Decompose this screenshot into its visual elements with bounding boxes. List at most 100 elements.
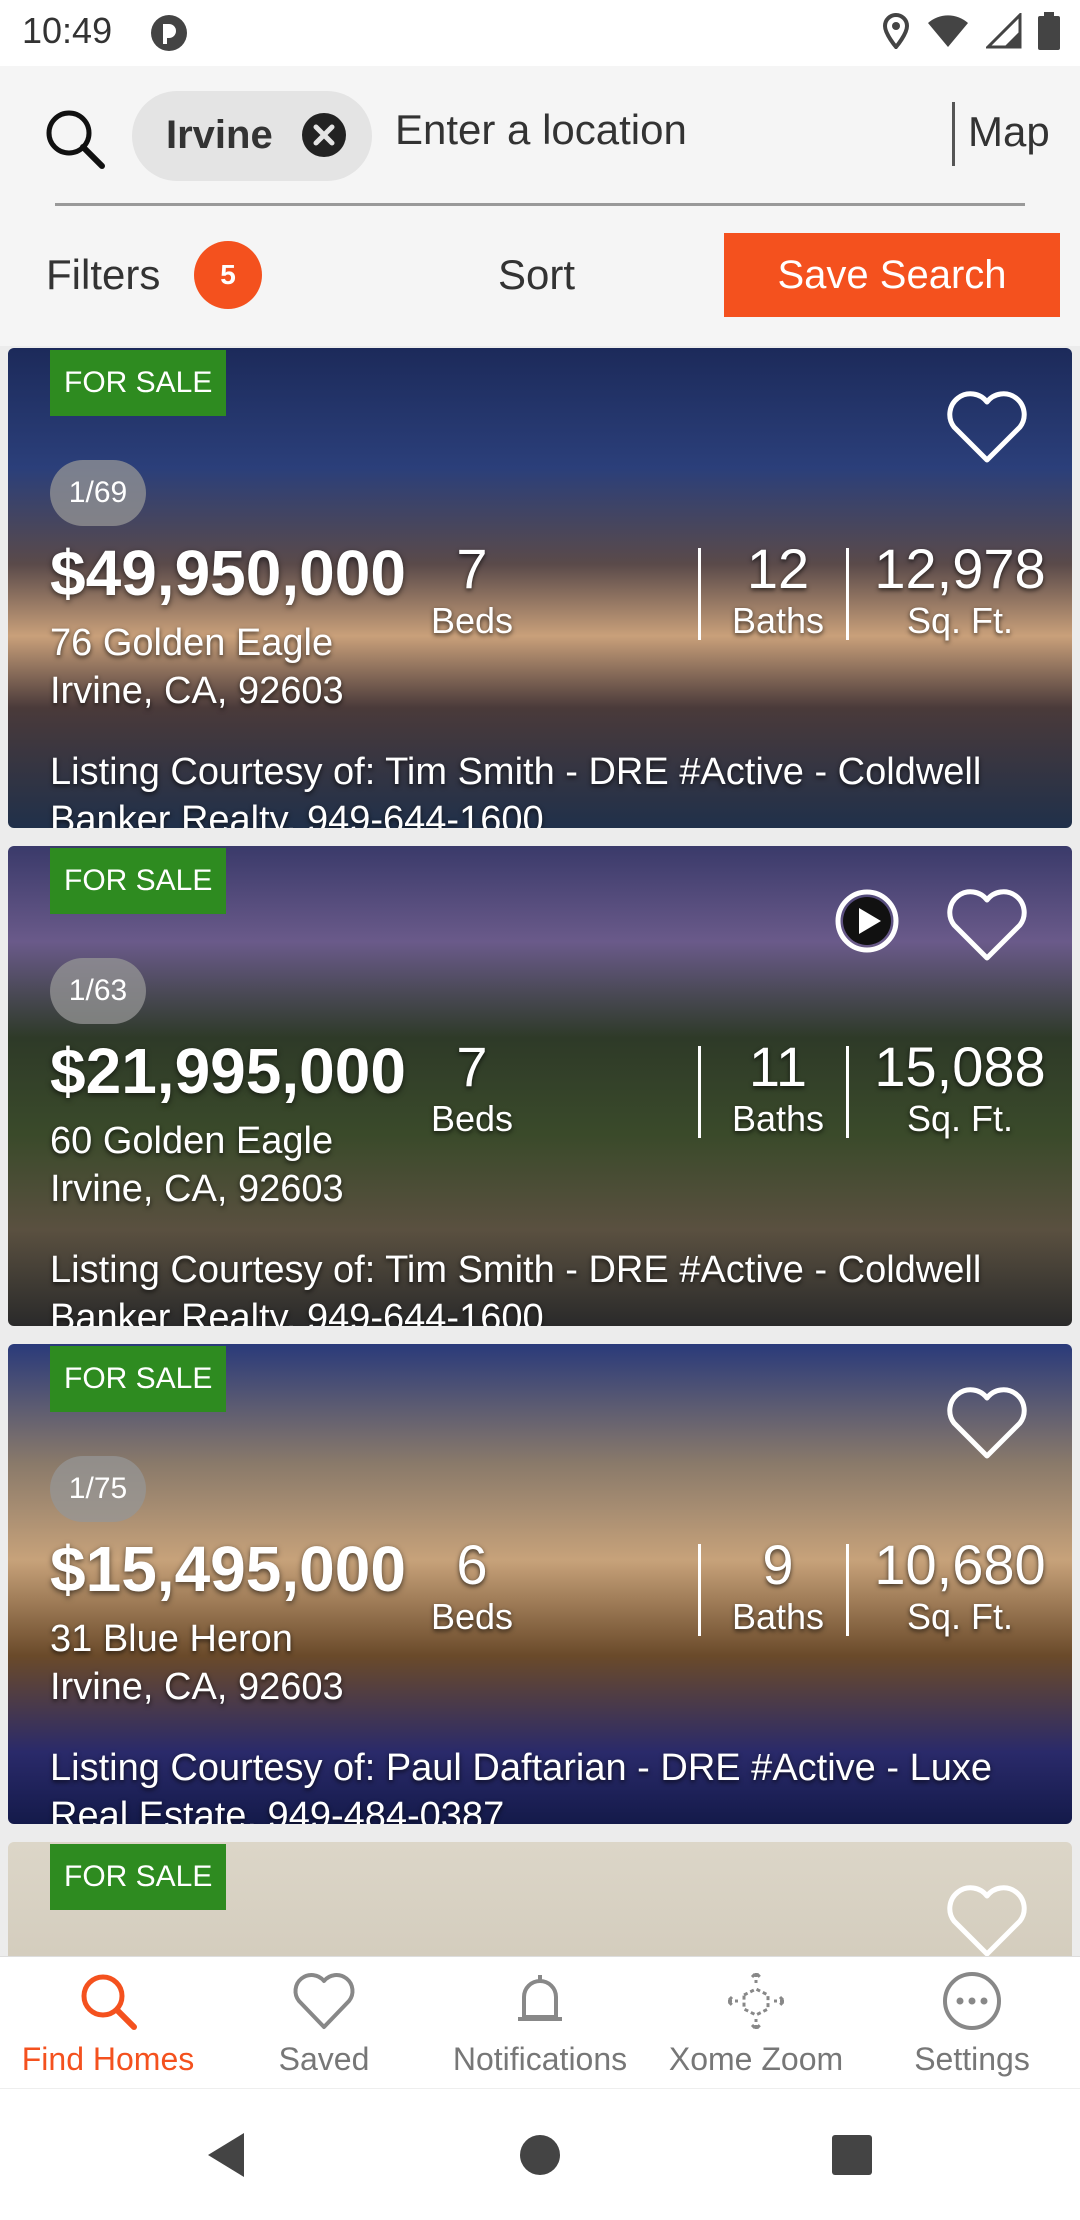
play-video-icon[interactable] [834, 888, 900, 954]
photo-count: 1/63 [50, 958, 146, 1024]
stat-divider [846, 1544, 849, 1636]
search-icon [81, 1974, 137, 2030]
app-notification-icon [151, 15, 187, 51]
nav-label: Saved [278, 2041, 370, 2077]
sqft-count: 12,978 [874, 537, 1046, 600]
listing-address-city: Irvine, CA, 92603 [50, 1168, 344, 1210]
listing-card[interactable]: FOR SALE 1/63 $21,995,000 60 Golden Eagl… [8, 846, 1072, 1326]
listing-price: $15,495,000 [50, 1533, 406, 1605]
divider [952, 102, 955, 166]
nav-label: Settings [914, 2041, 1030, 2077]
beds-count: 7 [456, 537, 488, 600]
listing-courtesy: Listing Courtesy of: Tim Smith - DRE #Ac… [50, 1249, 982, 1326]
heart-icon[interactable] [946, 390, 1028, 464]
home-icon[interactable] [514, 2129, 566, 2181]
nav-label: Xome Zoom [668, 2041, 844, 2077]
search-icon[interactable] [42, 106, 108, 172]
photo-count: 1/75 [50, 1456, 146, 1522]
listing-results[interactable]: FOR SALE 1/69 $49,950,000 76 Golden Eagl… [0, 346, 1080, 1956]
for-sale-badge: FOR SALE [50, 1844, 227, 1910]
back-icon[interactable] [200, 2129, 252, 2181]
sqft-label: Sq. Ft. [906, 1098, 1014, 1139]
wifi-icon [928, 15, 968, 47]
sqft-stat: 10,680 Sq. Ft. [860, 1534, 1060, 1638]
sort-button[interactable]: Sort [498, 251, 575, 299]
search-underline [55, 203, 1025, 206]
beds-label: Beds [430, 1098, 514, 1139]
for-sale-badge: FOR SALE [50, 848, 227, 914]
sqft-count: 15,088 [874, 1035, 1046, 1098]
beds-stat: 7 Beds [412, 1036, 532, 1140]
sqft-stat: 15,088 Sq. Ft. [860, 1036, 1060, 1140]
nav-settings[interactable]: Settings [864, 1957, 1080, 2089]
save-search-button[interactable]: Save Search [724, 233, 1060, 317]
heart-icon[interactable] [946, 1884, 1028, 1956]
heart-icon[interactable] [946, 888, 1028, 962]
listing-address-city: Irvine, CA, 92603 [50, 670, 344, 712]
listing-price: $49,950,000 [50, 537, 406, 609]
beds-count: 6 [456, 1533, 488, 1596]
filters-count-badge: 5 [194, 241, 262, 309]
stat-divider [698, 548, 701, 640]
beds-stat: 6 Beds [412, 1534, 532, 1638]
close-icon[interactable] [300, 111, 348, 159]
nav-label: Notifications [452, 2041, 628, 2077]
nav-xome-zoom[interactable]: Xome Zoom [648, 1957, 864, 2089]
listing-address-city: Irvine, CA, 92603 [50, 1666, 344, 1708]
listing-price: $21,995,000 [50, 1035, 406, 1107]
stat-divider [698, 1046, 701, 1138]
status-bar: 10:49 [0, 0, 1080, 66]
heart-icon [293, 1973, 355, 2029]
nav-notifications[interactable]: Notifications [432, 1957, 648, 2089]
location-chip[interactable]: Irvine [132, 91, 372, 181]
location-chip-label: Irvine [166, 113, 273, 157]
listing-address-street: 31 Blue Heron [50, 1618, 293, 1660]
listing-courtesy: Listing Courtesy of: Tim Smith - DRE #Ac… [50, 751, 982, 828]
baths-label: Baths [731, 600, 825, 641]
baths-label: Baths [731, 1098, 825, 1139]
signal-icon [986, 13, 1022, 49]
for-sale-badge: FOR SALE [50, 1346, 227, 1412]
photo-count: 1/69 [50, 460, 146, 526]
listing-courtesy: Listing Courtesy of: Paul Daftarian - DR… [50, 1747, 992, 1824]
battery-icon [1038, 12, 1060, 50]
system-nav-bar [0, 2088, 1080, 2220]
heart-icon[interactable] [946, 1386, 1028, 1460]
status-time: 10:49 [22, 10, 113, 51]
sqft-label: Sq. Ft. [906, 1596, 1014, 1637]
sqft-label: Sq. Ft. [906, 600, 1014, 641]
stat-divider [846, 548, 849, 640]
baths-count: 12 [746, 537, 810, 600]
filters-button[interactable]: Filters [46, 251, 160, 299]
sqft-stat: 12,978 Sq. Ft. [860, 538, 1060, 642]
listing-card[interactable]: FOR SALE 1/75 $15,495,000 31 Blue Heron … [8, 1344, 1072, 1824]
map-button[interactable]: Map [968, 108, 1050, 156]
listing-address-street: 60 Golden Eagle [50, 1120, 334, 1162]
beds-label: Beds [430, 600, 514, 641]
baths-stat: 12 Baths [708, 538, 848, 642]
beds-count: 7 [456, 1035, 488, 1098]
search-header: Irvine Enter a location Map Filters 5 So… [0, 66, 1080, 346]
recents-icon[interactable] [826, 2129, 878, 2181]
beds-stat: 7 Beds [412, 538, 532, 642]
sqft-count: 10,680 [874, 1533, 1046, 1596]
location-icon [882, 13, 910, 49]
filter-row: Filters 5 Sort Save Search [0, 231, 1080, 321]
listing-address-street: 76 Golden Eagle [50, 622, 334, 664]
location-input[interactable]: Enter a location [395, 106, 687, 154]
search-row: Irvine Enter a location Map [0, 66, 1080, 206]
baths-stat: 9 Baths [708, 1534, 848, 1638]
beds-label: Beds [430, 1596, 514, 1637]
nav-saved[interactable]: Saved [216, 1957, 432, 2089]
baths-label: Baths [731, 1596, 825, 1637]
zoom-icon [725, 1970, 787, 2032]
baths-stat: 11 Baths [708, 1036, 848, 1140]
bottom-nav: Find Homes Saved Notifications Xome Zoom… [0, 1956, 1080, 2088]
status-icons [882, 12, 1060, 50]
baths-count: 9 [762, 1533, 794, 1596]
nav-find-homes[interactable]: Find Homes [0, 1957, 216, 2089]
for-sale-badge: FOR SALE [50, 350, 227, 416]
listing-card[interactable]: FOR SALE [8, 1842, 1072, 1956]
listing-card[interactable]: FOR SALE 1/69 $49,950,000 76 Golden Eagl… [8, 348, 1072, 828]
more-icon [943, 1972, 1001, 2030]
